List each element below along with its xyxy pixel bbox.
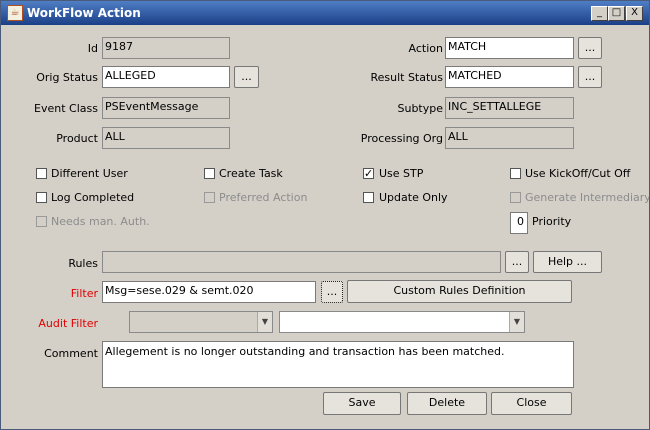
action-label: Action xyxy=(408,42,443,55)
audit-filter-label: Audit Filter xyxy=(38,317,98,330)
create-task-label: Create Task xyxy=(219,167,283,180)
event-class-label: Event Class xyxy=(34,102,98,115)
action-ellipsis-button[interactable]: ... xyxy=(578,37,602,59)
custom-rules-definition-button[interactable]: Custom Rules Definition xyxy=(347,280,572,303)
comment-label: Comment xyxy=(44,347,98,360)
maximize-button[interactable]: □ xyxy=(608,6,625,21)
priority-field[interactable]: 0 xyxy=(510,212,528,234)
orig-status-ellipsis-button[interactable]: ... xyxy=(234,66,259,88)
use-stp-label: Use STP xyxy=(379,167,424,180)
chevron-down-icon: ▼ xyxy=(509,312,524,332)
use-kickoff-checkbox[interactable] xyxy=(510,168,521,179)
id-field: 9187 xyxy=(102,37,230,59)
result-status-label: Result Status xyxy=(370,71,443,84)
save-button[interactable]: Save xyxy=(323,392,401,415)
close-button[interactable]: Close xyxy=(491,392,572,415)
help-button[interactable]: Help ... xyxy=(533,251,602,273)
java-app-icon: ☕ xyxy=(7,5,23,21)
orig-status-label: Orig Status xyxy=(36,71,98,84)
processing-org-field: ALL xyxy=(445,127,574,149)
priority-label: Priority xyxy=(532,215,572,228)
chevron-down-icon: ▼ xyxy=(257,312,272,332)
preferred-action-checkbox[interactable] xyxy=(204,192,215,203)
use-stp-checkbox[interactable]: ✓ xyxy=(363,168,374,179)
needs-man-auth-label: Needs man. Auth. xyxy=(51,215,150,228)
rules-ellipsis-button[interactable]: ... xyxy=(505,251,529,273)
use-kickoff-label: Use KickOff/Cut Off xyxy=(525,167,631,180)
comment-textarea[interactable]: Allegement is no longer outstanding and … xyxy=(102,341,574,388)
generate-intermediary-checkbox[interactable] xyxy=(510,192,521,203)
rules-field xyxy=(102,251,501,273)
audit-filter-primary-select[interactable]: ▼ xyxy=(129,311,273,333)
subtype-field: INC_SETTALLEGE xyxy=(445,97,574,119)
subtype-label: Subtype xyxy=(397,102,443,115)
window-title: WorkFlow Action xyxy=(27,6,141,20)
orig-status-field[interactable]: ALLEGED xyxy=(102,66,230,88)
generate-intermediary-label: Generate Intermediary Ev xyxy=(525,191,649,204)
product-label: Product xyxy=(56,132,98,145)
event-class-field: PSEventMessage xyxy=(102,97,230,119)
result-status-field[interactable]: MATCHED xyxy=(445,66,574,88)
needs-man-auth-checkbox[interactable] xyxy=(36,216,47,227)
log-completed-label: Log Completed xyxy=(51,191,135,204)
result-status-ellipsis-button[interactable]: ... xyxy=(578,66,602,88)
different-user-checkbox[interactable] xyxy=(36,168,47,179)
update-only-checkbox[interactable] xyxy=(363,192,374,203)
filter-ellipsis-button[interactable]: ... xyxy=(321,281,343,303)
action-field[interactable]: MATCH xyxy=(445,37,574,59)
rules-label: Rules xyxy=(68,257,98,270)
id-label: Id xyxy=(87,42,98,55)
product-field: ALL xyxy=(102,127,230,149)
create-task-checkbox[interactable] xyxy=(204,168,215,179)
log-completed-checkbox[interactable] xyxy=(36,192,47,203)
filter-field[interactable]: Msg=sese.029 & semt.020 xyxy=(102,281,316,303)
processing-org-label: Processing Org xyxy=(360,132,443,145)
audit-filter-secondary-select[interactable]: ▼ xyxy=(279,311,525,333)
filter-label: Filter xyxy=(70,287,98,300)
preferred-action-label: Preferred Action xyxy=(219,191,308,204)
update-only-label: Update Only xyxy=(379,191,448,204)
close-window-button[interactable]: X xyxy=(626,6,643,21)
delete-button[interactable]: Delete xyxy=(407,392,487,415)
different-user-label: Different User xyxy=(51,167,128,180)
workflow-action-window: ☕ WorkFlow Action _ □ X Id 9187 Orig Sta… xyxy=(0,0,650,430)
title-bar[interactable]: ☕ WorkFlow Action _ □ X xyxy=(1,1,649,25)
minimize-button[interactable]: _ xyxy=(591,6,608,21)
